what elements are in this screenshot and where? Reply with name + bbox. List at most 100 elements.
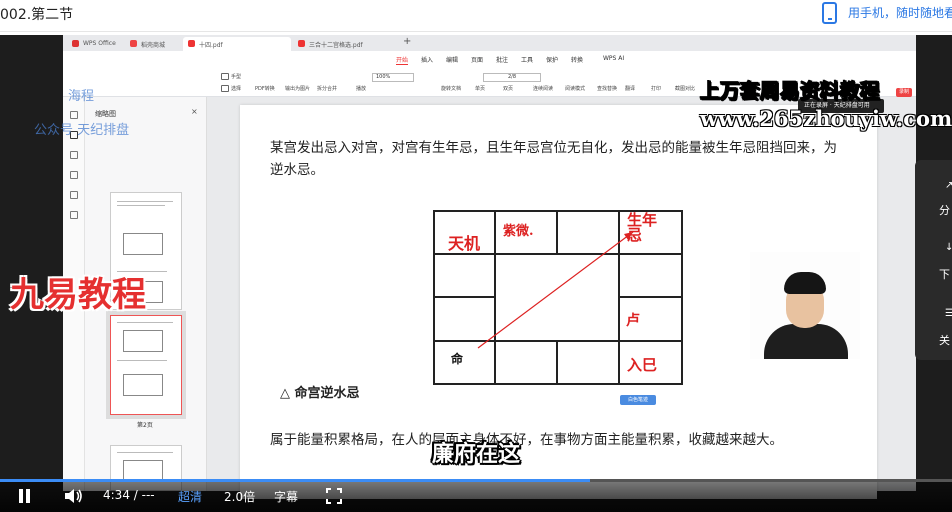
menu-annotate[interactable]: 批注 xyxy=(496,55,508,64)
tool-label: 选择 xyxy=(231,86,242,92)
watermark-title: 上万套周易资料教程 xyxy=(700,79,881,104)
find-replace-button[interactable]: 查找替换 xyxy=(597,85,617,92)
tool-label: 旋转文档 xyxy=(441,86,462,92)
tool-label: 手型 xyxy=(231,74,242,80)
phone-watch-link[interactable]: 用手机，随时随地看 xyxy=(848,4,952,21)
progress-bar[interactable] xyxy=(0,479,952,482)
menu-wps-ai[interactable]: WPS AI xyxy=(603,55,624,62)
watermark-url: www.265zhouyiw.com xyxy=(700,106,952,131)
volume-icon[interactable] xyxy=(64,488,84,504)
thumb-text-line xyxy=(117,452,173,453)
thumbnail-page-label: 第2页 xyxy=(137,422,153,429)
tool-label: 连续阅读 xyxy=(533,86,554,92)
tab-label: WPS Office xyxy=(83,40,116,47)
menu-page[interactable]: 页面 xyxy=(471,55,483,64)
tool-label: 双页 xyxy=(503,86,514,92)
tab-label: 稻壳商城 xyxy=(141,42,166,49)
video-player[interactable]: WPS Office 稻壳商城 十四.pdf 三合十二宫格选.pdf + 开始 … xyxy=(0,35,952,512)
split-merge-button[interactable]: 拆分合并 xyxy=(317,85,337,92)
bookmark-icon[interactable] xyxy=(70,111,78,119)
share-label[interactable]: 分 xyxy=(939,202,950,218)
play-button[interactable]: 播放 xyxy=(356,85,366,92)
download-icon[interactable]: ↓ xyxy=(945,242,952,253)
read-mode-button[interactable]: 阅读模式 xyxy=(565,85,585,92)
sidebar-title: 缩略图 xyxy=(95,110,116,118)
phone-icon[interactable] xyxy=(822,2,837,24)
fullscreen-icon[interactable] xyxy=(326,488,342,504)
page-thumbnail-2[interactable] xyxy=(110,315,182,415)
speed-button[interactable]: 2.0倍 xyxy=(224,488,255,505)
thumb-text-line xyxy=(117,205,165,206)
tool-label: PDF转换 xyxy=(255,86,275,92)
double-page-button[interactable]: 双页 xyxy=(503,85,513,92)
progress-fill xyxy=(0,479,591,482)
export-image-button[interactable]: 输出为图片 xyxy=(285,85,310,92)
share-icon[interactable]: ↗ xyxy=(945,180,952,191)
new-tab-button[interactable]: + xyxy=(403,36,411,47)
print-button[interactable]: 打印 xyxy=(651,85,661,92)
tab-daoke[interactable]: 稻壳商城 xyxy=(125,37,181,51)
lesson-title: 002.第二节 xyxy=(0,7,74,23)
pause-button[interactable] xyxy=(18,489,32,503)
hand-icon xyxy=(221,73,229,80)
top-bar: 002.第二节 用手机，随时随地看 xyxy=(0,0,952,32)
tool-label: 单页 xyxy=(475,86,486,92)
menu-home[interactable]: 开始 xyxy=(396,55,409,65)
rotate-doc-button[interactable]: 旋转文档 xyxy=(441,85,461,92)
pdf-icon xyxy=(298,40,305,47)
handwriting-mark: 卢 xyxy=(626,313,640,329)
screenshot-compare-button[interactable]: 截图对比 xyxy=(675,85,695,92)
captions-button[interactable]: 字幕 xyxy=(274,488,298,505)
wps-icon xyxy=(72,40,79,47)
presenter-hair xyxy=(784,272,826,294)
handwriting-tianji: 天机 xyxy=(448,234,481,253)
section-heading: △ 命宫逆水忌 xyxy=(280,386,360,401)
menu-tools[interactable]: 工具 xyxy=(521,55,533,64)
tool-label: 输出为图片 xyxy=(285,86,311,92)
tab-shisi-pdf[interactable]: 十四.pdf xyxy=(183,37,291,51)
record-badge: 录制 xyxy=(896,88,912,97)
thumb-chart xyxy=(123,233,163,255)
thumb-text-line xyxy=(117,322,173,323)
follow-icon[interactable]: ☰ xyxy=(945,308,952,319)
tab-wps-office[interactable]: WPS Office xyxy=(67,37,125,51)
pdf-convert-button[interactable]: PDF转换 xyxy=(255,85,275,92)
watermark-gongzhonghao: 公众号 天纪排盘 xyxy=(34,123,130,138)
handwriting-shengnian-ji: 生年忌 xyxy=(627,211,658,244)
tool-label: 截图对比 xyxy=(675,86,696,92)
tab-sanhe-pdf[interactable]: 三合十二宫格选.pdf xyxy=(293,37,399,51)
tool-label: 阅读模式 xyxy=(565,86,586,92)
menu-insert[interactable]: 插入 xyxy=(421,55,433,64)
download-label[interactable]: 下 xyxy=(939,266,950,282)
page-number-input[interactable]: 2/8 xyxy=(483,73,541,82)
single-page-button[interactable]: 单页 xyxy=(475,85,485,92)
thumb-text-line xyxy=(117,360,167,361)
palace-chart: 命 天机 紫微. 生年忌 卢 入巳 xyxy=(433,210,683,385)
signature-icon[interactable] xyxy=(70,191,78,199)
daoke-icon xyxy=(130,40,137,47)
player-controls: 4:34 / --- 超清 2.0倍 字幕 xyxy=(0,479,952,512)
attachment-icon[interactable] xyxy=(70,171,78,179)
follow-label[interactable]: 关 xyxy=(939,332,950,348)
tool-label: 查找替换 xyxy=(597,86,618,92)
tab-label: 十四.pdf xyxy=(199,42,223,49)
layer-icon[interactable] xyxy=(70,211,78,219)
zoom-select[interactable]: 100% xyxy=(372,73,414,82)
thumb-chart xyxy=(123,330,163,352)
hand-tool[interactable]: 手型 xyxy=(221,73,241,80)
paragraph-explanation: 属于能量积累格局，在人的层面主身体不好，在事物方面主能量积累，收藏越来越大。 xyxy=(270,432,783,448)
menu-edit[interactable]: 编辑 xyxy=(446,55,458,64)
close-icon[interactable]: × xyxy=(191,107,198,116)
menu-protect[interactable]: 保护 xyxy=(546,55,558,64)
translate-button[interactable]: 翻译 xyxy=(625,85,635,92)
webcam-overlay xyxy=(750,252,860,359)
comment-icon[interactable] xyxy=(70,151,78,159)
menu-convert[interactable]: 转换 xyxy=(571,55,583,64)
continuous-read-button[interactable]: 连续阅读 xyxy=(533,85,553,92)
handwriting-bottom-right: 入巳 xyxy=(627,356,658,374)
time-display: 4:34 / --- xyxy=(103,488,155,502)
watermark-jiuyi: 九易教程 xyxy=(10,275,146,315)
select-tool[interactable]: 选择 xyxy=(221,85,241,92)
thumb-chart xyxy=(123,374,163,396)
quality-button[interactable]: 超清 xyxy=(178,488,202,505)
